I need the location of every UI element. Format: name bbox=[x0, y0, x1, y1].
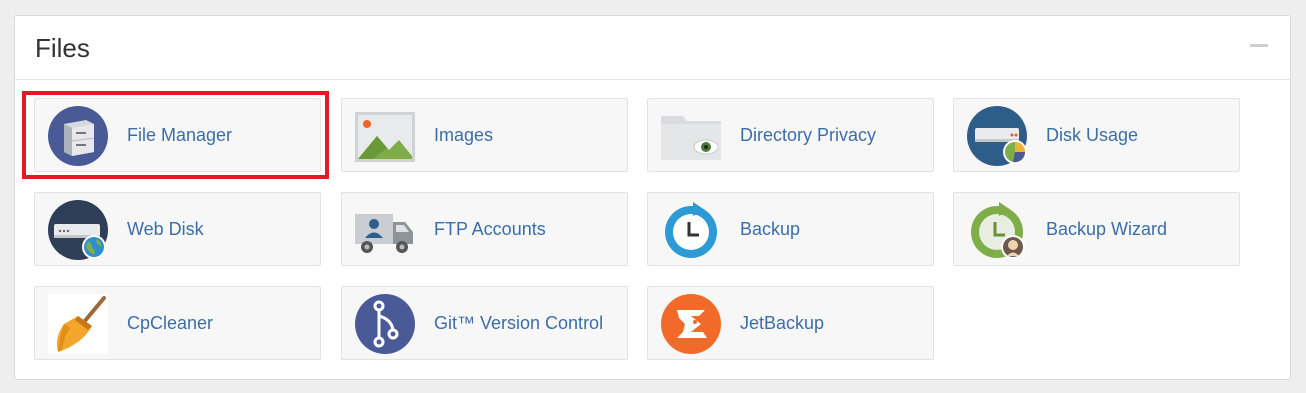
tile-images[interactable]: Images bbox=[341, 98, 628, 172]
backup-icon bbox=[665, 202, 717, 258]
cpcleaner-icon bbox=[48, 294, 108, 354]
tile-label: Web Disk bbox=[127, 219, 204, 239]
tile-jetbackup[interactable]: JetBackup bbox=[647, 286, 934, 360]
tile-ftp-accounts[interactable]: FTP Accounts bbox=[341, 192, 628, 266]
tile-label: JetBackup bbox=[740, 313, 825, 333]
web-disk-icon bbox=[48, 200, 108, 260]
tile-git-version-control[interactable]: Git™ Version Control bbox=[341, 286, 628, 360]
tile-file-manager[interactable]: File Manager bbox=[34, 98, 321, 172]
disk-usage-icon bbox=[967, 106, 1027, 166]
panel-title: Files bbox=[35, 33, 90, 63]
tile-label: CpCleaner bbox=[127, 313, 214, 333]
tile-cpcleaner[interactable]: CpCleaner bbox=[34, 286, 321, 360]
tile-label: Images bbox=[434, 125, 494, 145]
tile-label: FTP Accounts bbox=[434, 219, 546, 239]
ftp-accounts-icon bbox=[355, 214, 413, 253]
minus-icon[interactable] bbox=[1250, 44, 1268, 47]
directory-privacy-icon bbox=[661, 116, 721, 160]
tile-backup[interactable]: Backup bbox=[647, 192, 934, 266]
tile-label: Backup Wizard bbox=[1046, 219, 1168, 239]
images-icon bbox=[355, 112, 415, 162]
tile-label: Directory Privacy bbox=[740, 125, 877, 145]
file-manager-icon bbox=[48, 106, 108, 166]
tile-label: Backup bbox=[740, 219, 801, 239]
backup-wizard-icon bbox=[971, 202, 1025, 259]
tile-label: Disk Usage bbox=[1046, 125, 1139, 145]
tile-label: Git™ Version Control bbox=[434, 313, 604, 333]
tile-label: File Manager bbox=[127, 125, 233, 145]
jetbackup-icon bbox=[661, 294, 721, 354]
git-icon bbox=[355, 294, 415, 354]
tile-directory-privacy[interactable]: Directory Privacy bbox=[647, 98, 934, 172]
tile-web-disk[interactable]: Web Disk bbox=[34, 192, 321, 266]
tile-backup-wizard[interactable]: Backup Wizard bbox=[953, 192, 1240, 266]
panel-header: Files bbox=[15, 16, 1290, 80]
tile-disk-usage[interactable]: Disk Usage bbox=[953, 98, 1240, 172]
